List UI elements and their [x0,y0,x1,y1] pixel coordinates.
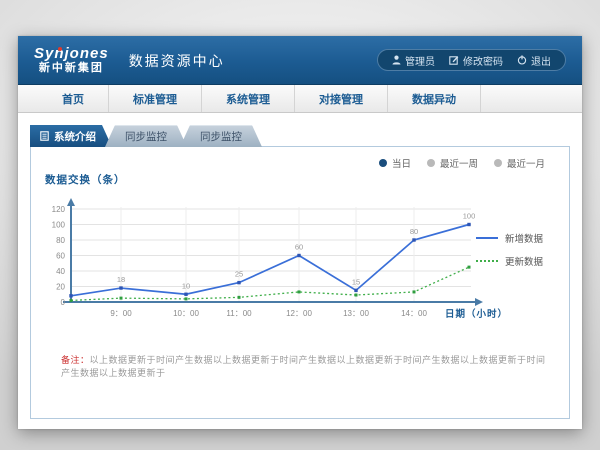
svg-text:60: 60 [56,252,65,261]
svg-text:15: 15 [352,277,360,286]
svg-text:12：00: 12：00 [286,309,312,318]
nav-item-data-change[interactable]: 数据异动 [388,85,481,112]
radio-unselected-icon [427,159,435,167]
svg-text:80: 80 [410,227,418,236]
svg-text:14：00: 14：00 [401,309,427,318]
svg-text:13：00: 13：00 [343,309,369,318]
svg-text:10: 10 [182,281,190,290]
logout-button[interactable]: 退出 [517,53,551,68]
footer-note-text: 以上数据更新于时间产生数据以上数据更新于时间产生数据以上数据更新于时间产生数据以… [61,355,546,378]
tab-bar: 系统介绍 同步监控 同步监控 [30,125,262,147]
x-axis-title: 日期（小时） [445,308,508,320]
radio-unselected-icon [494,159,502,167]
app-header: Synjones 新中新集团 数据资源中心 管理员 修改密 [18,36,582,85]
chart-legend: 新增数据 更新数据 [476,231,543,268]
y-axis-title: 数据交换（条） [45,172,126,187]
change-password-label: 修改密码 [463,53,503,68]
app-window: Synjones 新中新集团 数据资源中心 管理员 修改密 [18,36,582,429]
legend-line-solid-icon [476,237,498,239]
legend-item-new-data[interactable]: 新增数据 [476,231,543,245]
nav-item-system[interactable]: 系统管理 [202,85,295,112]
user-icon [392,55,401,65]
svg-text:40: 40 [56,267,65,276]
footer-note-prefix: 备注： [61,355,90,365]
power-icon [517,55,527,65]
svg-text:20: 20 [56,283,65,292]
radio-today[interactable]: 当日 [379,156,411,170]
document-icon [40,131,49,141]
desktop-background: Synjones 新中新集团 数据资源中心 管理员 修改密 [0,0,600,450]
chart-axes [63,198,483,306]
nav-item-standards[interactable]: 标准管理 [109,85,202,112]
legend-label: 新增数据 [505,231,543,245]
legend-item-update-data[interactable]: 更新数据 [476,254,543,268]
svg-text:120: 120 [52,205,66,214]
svg-text:80: 80 [56,236,65,245]
svg-text:100: 100 [52,221,66,230]
radio-last-week[interactable]: 最近一周 [427,156,478,170]
user-menu-button[interactable]: 管理员 [392,53,435,68]
svg-text:60: 60 [295,243,303,252]
logo-text-en: Synjones [34,46,109,63]
change-password-button[interactable]: 修改密码 [449,53,503,68]
tab-label: 同步监控 [200,129,242,144]
radio-label: 当日 [392,156,411,170]
svg-text:9：00: 9：00 [110,309,132,318]
edit-icon [449,55,459,65]
svg-text:10：00: 10：00 [173,309,199,318]
tab-system-intro[interactable]: 系统介绍 [30,125,112,147]
logo-accent-dot [58,47,62,51]
tab-sync-monitor-1[interactable]: 同步监控 [105,125,187,147]
legend-line-dotted-icon [476,260,498,262]
svg-text:25: 25 [235,270,243,279]
logo-text-cn: 新中新集团 [34,62,109,74]
user-toolbar: 管理员 修改密码 退出 [377,49,566,71]
svg-text:11：00: 11：00 [226,309,252,318]
tab-label: 系统介绍 [54,129,96,144]
tab-label: 同步监控 [125,129,167,144]
nav-item-home[interactable]: 首页 [38,85,109,112]
page-title: 数据资源中心 [129,49,225,71]
user-label: 管理员 [405,53,435,68]
chart-gridlines [71,207,471,302]
svg-text:18: 18 [117,275,125,284]
svg-text:0: 0 [61,298,66,307]
radio-selected-icon [379,159,387,167]
chart-panel: 当日 最近一周 最近一月 数据交换（条） 0 20 40 60 80 100 120 9：00… [30,146,570,419]
svg-text:100: 100 [463,212,476,221]
footer-note: 备注：以上数据更新于时间产生数据以上数据更新于时间产生数据以上数据更新于时间产生… [61,353,549,379]
content-area: 系统介绍 同步监控 同步监控 当日 最近一周 [18,113,582,428]
legend-label: 更新数据 [505,254,543,268]
company-logo: Synjones 新中新集团 [34,46,109,75]
tab-sync-monitor-2[interactable]: 同步监控 [180,125,262,147]
radio-last-month[interactable]: 最近一月 [494,156,545,170]
logout-label: 退出 [531,53,551,68]
y-axis-tick-labels: 0 20 40 60 80 100 120 [52,205,66,307]
radio-label: 最近一月 [507,156,545,170]
range-filter-group: 当日 最近一周 最近一月 [379,156,545,170]
nav-item-integration[interactable]: 对接管理 [295,85,388,112]
main-nav: 首页 标准管理 系统管理 对接管理 数据异动 [18,85,582,113]
radio-label: 最近一周 [440,156,478,170]
svg-text:日期（小时）: 日期（小时） [445,308,508,320]
x-axis-tick-labels: 9：00 10：00 11：00 12：00 13：00 14：00 [110,309,427,318]
